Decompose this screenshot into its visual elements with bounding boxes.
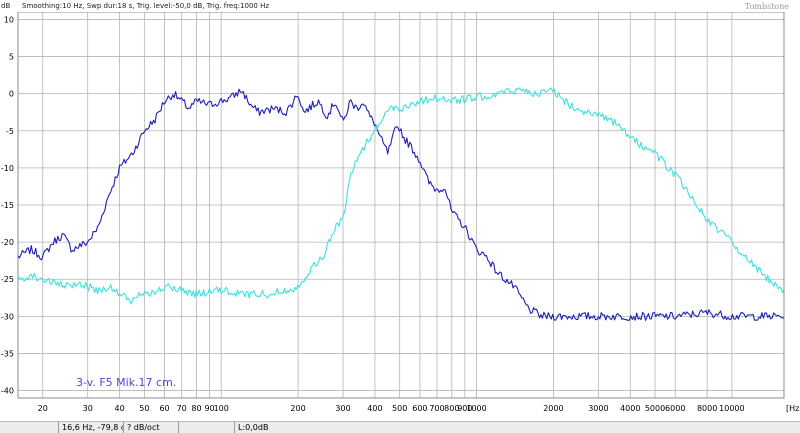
status-bar: 16,6 Hz, -79,8 dB ? dB/oct L:0,0dB	[0, 421, 800, 433]
y-tick-label: -30	[1, 312, 14, 321]
y-tick-label: -40	[1, 387, 14, 396]
x-tick-label: 80	[191, 404, 201, 413]
y-tick-label: -35	[1, 349, 14, 358]
series-layer	[17, 87, 785, 321]
level-readout: L:0,0dB	[234, 422, 800, 433]
y-unit-label: dB	[1, 2, 10, 10]
y-tick-label: -25	[1, 275, 14, 284]
x-tick-label: 6000	[665, 404, 685, 413]
brand-watermark: Tombstone	[745, 2, 790, 11]
y-axis-ticks: 10 5 0 -5 -10 -15 -20 -25 -30 -35 -40	[1, 15, 14, 395]
status-cell-blank	[0, 422, 58, 433]
x-tick-label: 400	[367, 404, 382, 413]
x-tick-label: 10000	[719, 404, 744, 413]
slope-readout: ? dB/oct	[123, 422, 178, 433]
x-tick-label: 50	[139, 404, 149, 413]
x-tick-label: 40	[115, 404, 125, 413]
status-cell-empty	[178, 422, 234, 433]
frequency-response-plot[interactable]: dB Smoothing:10 Hz, Swp dur:18 s, Trig. …	[0, 0, 800, 433]
x-tick-label: 4000	[620, 404, 640, 413]
series-line-2	[17, 87, 785, 305]
x-tick-label: 200	[290, 404, 305, 413]
x-tick-label: 8000	[697, 404, 717, 413]
y-tick-label: -15	[1, 201, 14, 210]
x-tick-label: 20	[38, 404, 48, 413]
grid	[18, 12, 784, 398]
measurement-annotation: 3-v. F5 Mik.17 cm.	[76, 376, 176, 389]
y-tick-label: -10	[1, 164, 14, 173]
x-tick-label: 100	[214, 404, 229, 413]
y-tick-label: -5	[6, 127, 14, 136]
x-tick-label: 30	[83, 404, 93, 413]
x-tick-label: 2000	[543, 404, 563, 413]
cursor-readout: 16,6 Hz, -79,8 dB	[58, 422, 123, 433]
y-tick-label: 0	[9, 90, 14, 99]
x-tick-label: 700	[429, 404, 444, 413]
x-tick-label: 600	[412, 404, 427, 413]
y-tick-label: 10	[4, 15, 14, 24]
y-tick-label: -20	[1, 238, 14, 247]
x-tick-label: 70	[177, 404, 187, 413]
x-tick-label: 60	[159, 404, 169, 413]
x-axis-ticks: 20 30 40 50 60 70 80 90100 200 300 400 500 600 700 800…	[38, 404, 745, 413]
x-tick-label: 300	[335, 404, 350, 413]
x-tick-label: 5000	[645, 404, 665, 413]
y-tick-label: 5	[9, 53, 14, 62]
x-unit-label: [Hz]	[786, 404, 800, 413]
x-tick-label: 500	[392, 404, 407, 413]
measurement-settings: Smoothing:10 Hz, Swp dur:18 s, Trig. lev…	[22, 2, 269, 10]
x-tick-label: 1000	[466, 404, 486, 413]
x-tick-label: 3000	[588, 404, 608, 413]
